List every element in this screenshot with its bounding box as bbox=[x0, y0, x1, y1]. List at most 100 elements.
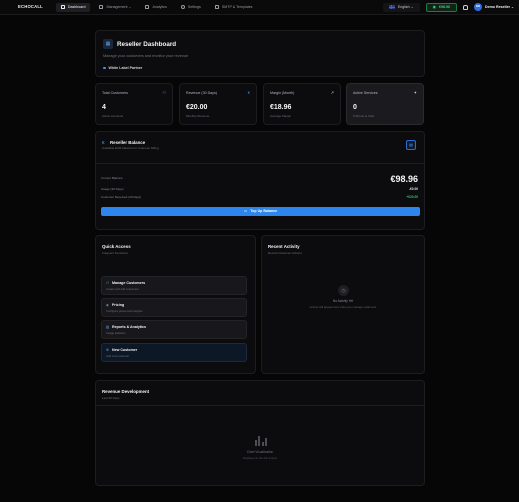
clock-icon: ◷ bbox=[338, 285, 349, 296]
section-subtitle: Recent Customer Actions bbox=[268, 251, 302, 255]
quick-access-card: Quick Access Frequent Functions ⚇ Manage… bbox=[95, 235, 256, 374]
nav-item-smtp-templates[interactable]: SMTP & Templates bbox=[210, 3, 258, 12]
chart-icon bbox=[145, 5, 150, 9]
stat-card-active-services: Active Services ✦ 0 5 Phone & Chat bbox=[346, 83, 424, 125]
nav-item-label: Management ⌄ bbox=[106, 4, 132, 9]
chart-placeholder-text: Displayed in the full version bbox=[242, 456, 278, 460]
divider bbox=[96, 163, 424, 164]
nav-item-label: SMTP & Templates bbox=[221, 4, 253, 9]
nav-item-management[interactable]: Management ⌄ bbox=[94, 3, 136, 12]
quick-access-title: New Customer bbox=[112, 348, 138, 352]
brand-logo[interactable]: ECHOCALL bbox=[18, 4, 43, 9]
nav-item-dashboard[interactable]: Dashboard bbox=[55, 2, 91, 12]
chart-icon: ▥ bbox=[106, 325, 110, 329]
stat-value: €20.00 bbox=[186, 104, 208, 111]
partner-badge-label: White Label Partner bbox=[108, 66, 143, 70]
balance-title: Reseller Balance bbox=[110, 140, 146, 145]
card-icon: ▭ bbox=[243, 209, 248, 214]
stat-label: Total Customers bbox=[102, 91, 128, 95]
empty-state-title: No Activity Yet bbox=[332, 299, 354, 303]
uk-flag-icon bbox=[388, 5, 395, 9]
stat-value: 4 bbox=[102, 104, 106, 111]
language-selector[interactable]: English ⌄ bbox=[382, 2, 420, 12]
stat-label: Margin (Month) bbox=[270, 91, 295, 95]
nav-item-label: Dashboard bbox=[67, 4, 86, 9]
stat-sub: Active Accounts bbox=[102, 114, 124, 118]
usage-value: -€0.00 bbox=[408, 187, 418, 191]
mail-icon bbox=[214, 5, 219, 9]
users-icon: ⚇ bbox=[162, 90, 166, 95]
gear-icon bbox=[180, 5, 185, 9]
stat-card-margin: Margin (Month) ↗ €18.96 Average Margin bbox=[263, 83, 341, 125]
quick-access-sub: Add new customer bbox=[106, 354, 130, 358]
euro-icon: € bbox=[247, 90, 250, 95]
user-name: Demo Reseller ⌄ bbox=[485, 4, 514, 9]
section-title: Recent Activity bbox=[268, 244, 300, 249]
section-title: Revenue Development bbox=[102, 389, 150, 394]
stat-card-total-customers: Total Customers ⚇ 4 Active Accounts bbox=[95, 83, 173, 125]
nav-item-analytics[interactable]: Analytics bbox=[140, 3, 171, 12]
chart-placeholder-title: Chart Visualization bbox=[246, 450, 274, 454]
stat-value: €18.96 bbox=[270, 104, 292, 111]
quick-access-title: Reports & Analytics bbox=[112, 325, 147, 329]
page-subtitle: Manage your customers and monitor your r… bbox=[103, 54, 189, 58]
bar-chart-icon bbox=[255, 434, 267, 446]
user-menu[interactable]: DR Demo Reseller ⌄ bbox=[474, 3, 514, 11]
section-subtitle: Last 30 Days bbox=[102, 396, 120, 400]
users-icon bbox=[99, 5, 104, 9]
nav-item-label: Settings bbox=[187, 4, 201, 9]
top-up-balance-button[interactable]: ▭ Top Up Balance bbox=[101, 207, 420, 216]
received-label: Customer Received (30 Days) bbox=[101, 195, 142, 199]
stat-card-revenue: Revenue (30 Days) € €20.00 Monthly Reven… bbox=[179, 83, 257, 125]
section-subtitle: Frequent Functions bbox=[102, 251, 128, 255]
status-dot-icon bbox=[103, 66, 106, 70]
tag-icon: ◈ bbox=[106, 303, 109, 307]
top-up-label: Top Up Balance bbox=[250, 209, 278, 214]
balance-pill-value: €98.96 bbox=[439, 4, 451, 9]
users-icon: ⚇ bbox=[106, 281, 110, 285]
building-icon: ▦ bbox=[103, 39, 113, 49]
dashboard-header-card: ▦ Reseller Dashboard Manage your custome… bbox=[95, 30, 425, 77]
stat-sub: Monthly Revenue bbox=[186, 114, 210, 118]
trend-up-icon: ↗ bbox=[330, 90, 334, 95]
received-value: +€20.00 bbox=[406, 195, 418, 199]
bell-icon[interactable] bbox=[463, 4, 469, 10]
balance-subtitle: Available EUR balance for customer billi… bbox=[102, 146, 159, 150]
star-icon: ✦ bbox=[413, 90, 417, 95]
balance-pill[interactable]: ▣ €98.96 bbox=[425, 2, 458, 12]
nav-item-label: Analytics bbox=[152, 4, 167, 9]
quick-access-pricing[interactable]: ◈ Pricing Configure prices and margins bbox=[101, 298, 247, 317]
section-title: Quick Access bbox=[102, 244, 131, 249]
current-balance-value: €98.96 bbox=[390, 174, 418, 184]
page-title: Reseller Dashboard bbox=[117, 41, 177, 48]
user-plus-icon: ⊕ bbox=[106, 348, 110, 352]
avatar: DR bbox=[474, 3, 483, 11]
revenue-development-card: Revenue Development Last 30 Days Chart V… bbox=[95, 380, 425, 486]
stat-label: Revenue (30 Days) bbox=[186, 91, 217, 95]
quick-access-manage-customers[interactable]: ⚇ Manage Customers Create and edit custo… bbox=[101, 276, 247, 295]
grid-icon bbox=[60, 5, 65, 9]
quick-access-sub: Create and edit customers bbox=[106, 287, 139, 291]
quick-access-new-customer[interactable]: ⊕ New Customer Add new customer bbox=[101, 343, 247, 362]
euro-icon: € bbox=[102, 140, 105, 145]
divider bbox=[96, 405, 424, 406]
nav-item-settings[interactable]: Settings bbox=[176, 3, 206, 12]
stat-sub: Average Margin bbox=[270, 114, 292, 118]
top-navigation: ECHOCALL Dashboard Management ⌄ Analytic… bbox=[0, 0, 519, 15]
receipt-button[interactable]: ▤ bbox=[406, 140, 416, 150]
current-balance-label: Current Balance bbox=[101, 176, 123, 180]
receipt-icon: ▤ bbox=[409, 141, 413, 147]
language-label: English ⌄ bbox=[397, 4, 414, 9]
empty-state-text: Activity will appear here when you manag… bbox=[309, 305, 377, 309]
partner-badge: White Label Partner bbox=[103, 66, 142, 70]
usage-label: Usage (30 Days) bbox=[101, 187, 124, 191]
quick-access-reports[interactable]: ▥ Reports & Analytics Usage statistics bbox=[101, 320, 247, 339]
quick-access-sub: Usage statistics bbox=[106, 331, 126, 335]
stat-label: Active Services bbox=[353, 91, 378, 95]
stat-sub: 5 Phone & Chat bbox=[353, 114, 375, 118]
recent-activity-card: Recent Activity Recent Customer Actions … bbox=[261, 235, 425, 374]
reseller-balance-card: € Reseller Balance Available EUR balance… bbox=[95, 131, 425, 230]
quick-access-title: Manage Customers bbox=[112, 281, 146, 285]
stat-value: 0 bbox=[353, 104, 357, 111]
nav-right-group: English ⌄ ▣ €98.96 DR Demo Reseller ⌄ bbox=[382, 2, 514, 12]
